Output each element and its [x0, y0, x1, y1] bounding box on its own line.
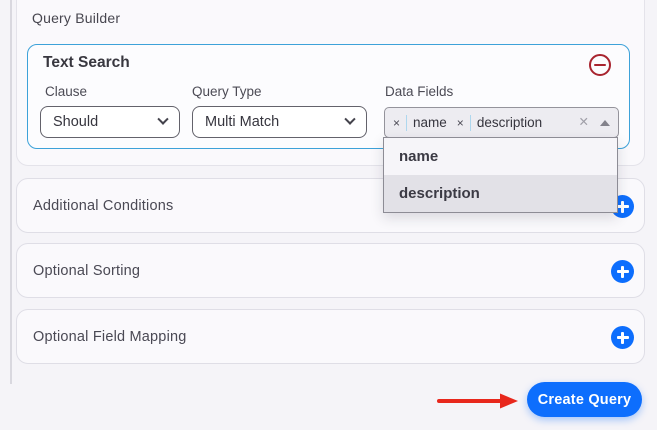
caret-up-icon[interactable] — [600, 120, 610, 126]
chevron-down-icon — [157, 114, 168, 125]
chevron-down-icon — [344, 114, 355, 125]
section-label: Additional Conditions — [33, 198, 173, 214]
section-optional-field-mapping: Optional Field Mapping — [16, 309, 645, 364]
data-fields-label: Data Fields — [385, 84, 453, 99]
query-builder-page: Query Builder Text Search Clause Query T… — [0, 0, 657, 430]
multiselect-controls: ✕ — [579, 116, 610, 129]
remove-block-button[interactable] — [589, 54, 611, 76]
clear-all-icon[interactable]: ✕ — [579, 116, 589, 129]
section-label: Optional Sorting — [33, 263, 140, 279]
tag-label: description — [477, 115, 542, 130]
page-title: Query Builder — [32, 10, 120, 26]
add-field-mapping-button[interactable] — [611, 326, 634, 349]
tag-label: name — [413, 115, 447, 130]
text-search-heading: Text Search — [43, 54, 130, 72]
clause-label: Clause — [45, 84, 87, 99]
tag-separator — [406, 115, 407, 131]
create-query-button[interactable]: Create Query — [527, 382, 642, 417]
query-type-select[interactable]: Multi Match — [192, 106, 367, 138]
plus-icon — [611, 260, 634, 283]
section-optional-sorting: Optional Sorting — [16, 243, 645, 298]
query-type-select-value: Multi Match — [205, 114, 279, 130]
dropdown-option-name[interactable]: name — [384, 138, 617, 175]
tag-description: × description — [457, 115, 542, 131]
dropdown-option-description[interactable]: description — [384, 175, 617, 212]
clause-select[interactable]: Should — [40, 106, 180, 138]
tag-separator — [470, 115, 471, 131]
data-fields-multiselect[interactable]: × name × description ✕ — [384, 107, 619, 138]
plus-icon — [611, 326, 634, 349]
clause-select-value: Should — [53, 114, 98, 130]
red-arrow-annotation — [436, 392, 520, 410]
tag-remove-icon[interactable]: × — [393, 117, 400, 129]
tag-remove-icon[interactable]: × — [457, 117, 464, 129]
left-divider — [10, 0, 12, 384]
data-fields-dropdown: name description — [383, 137, 618, 213]
tag-name: × name — [393, 115, 447, 131]
text-search-panel: Text Search Clause Query Type Data Field… — [27, 44, 630, 149]
section-label: Optional Field Mapping — [33, 329, 187, 345]
query-type-label: Query Type — [192, 84, 262, 99]
add-sorting-button[interactable] — [611, 260, 634, 283]
